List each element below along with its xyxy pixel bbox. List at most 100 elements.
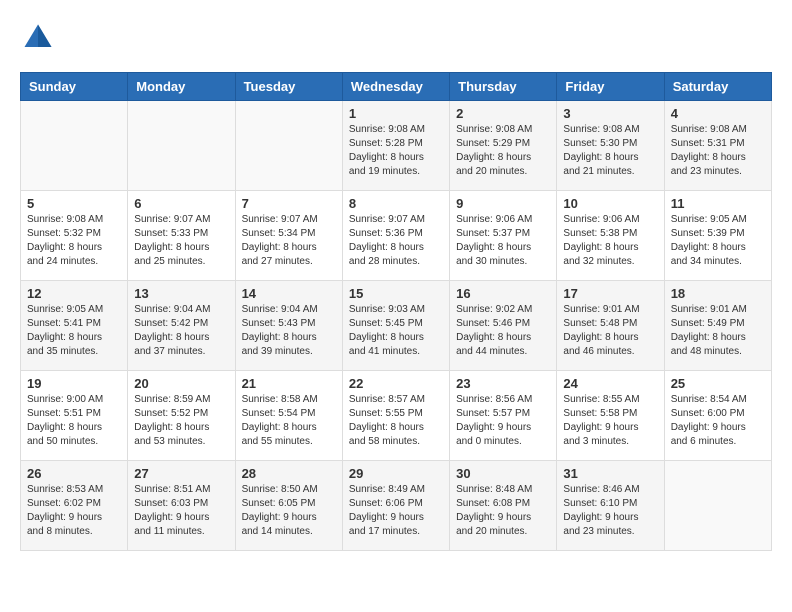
calendar-cell: 27Sunrise: 8:51 AM Sunset: 6:03 PM Dayli… xyxy=(128,461,235,551)
calendar-header-row: SundayMondayTuesdayWednesdayThursdayFrid… xyxy=(21,73,772,101)
day-number: 3 xyxy=(563,106,657,121)
day-number: 17 xyxy=(563,286,657,301)
day-number: 16 xyxy=(456,286,550,301)
day-info: Sunrise: 8:53 AM Sunset: 6:02 PM Dayligh… xyxy=(27,483,121,539)
calendar-cell: 26 Sunrise: 8:53 AM Sunset: 6:02 PM Dayli… xyxy=(21,461,128,551)
day-number: 21 xyxy=(242,376,336,391)
day-of-week-header: Sunday xyxy=(21,73,128,101)
page-header xyxy=(20,20,772,56)
day-info: Sunrise: 8:48 AM Sunset: 6:08 PM Dayligh… xyxy=(456,483,550,539)
calendar-cell: 29 Sunrise: 8:49 AM Sunset: 6:06 PM Dayli… xyxy=(342,461,449,551)
calendar-cell: 30 Sunrise: 8:48 AM Sunset: 6:08 PM Dayli… xyxy=(450,461,557,551)
day-number: 22 xyxy=(349,376,443,391)
day-number: 23 xyxy=(456,376,550,391)
day-number: 15 xyxy=(349,286,443,301)
calendar-cell: 17 Sunrise: 9:01 AM Sunset: 5:48 PM Dayli… xyxy=(557,281,664,371)
calendar-cell: 14 Sunrise: 9:04 AM Sunset: 5:43 PM Dayli… xyxy=(235,281,342,371)
day-number: 9 xyxy=(456,196,550,211)
day-number: 25 xyxy=(671,376,765,391)
calendar-week-row: 1Sunrise: 9:08 AM Sunset: 5:28 PM Daylig… xyxy=(21,101,772,191)
calendar-week-row: 26 Sunrise: 8:53 AM Sunset: 6:02 PM Dayli… xyxy=(21,461,772,551)
day-info: Sunrise: 8:49 AM Sunset: 6:06 PM Dayligh… xyxy=(349,483,443,539)
calendar-cell xyxy=(21,101,128,191)
day-number: 8 xyxy=(349,196,443,211)
day-info: Sunrise: 9:08 AM Sunset: 5:32 PM Dayligh… xyxy=(27,213,121,269)
day-number: 29 xyxy=(349,466,443,481)
day-number: 28 xyxy=(242,466,336,481)
calendar-cell: 15Sunrise: 9:03 AM Sunset: 5:45 PM Dayli… xyxy=(342,281,449,371)
calendar-cell: 13 Sunrise: 9:04 AM Sunset: 5:42 PM Dayli… xyxy=(128,281,235,371)
day-info: Sunrise: 9:00 AM Sunset: 5:51 PM Dayligh… xyxy=(27,393,121,449)
day-info: Sunrise: 9:06 AM Sunset: 5:38 PM Dayligh… xyxy=(563,213,657,269)
day-number: 31 xyxy=(563,466,657,481)
logo-icon xyxy=(20,20,56,56)
calendar-cell: 11 Sunrise: 9:05 AM Sunset: 5:39 PM Dayli… xyxy=(664,191,771,281)
calendar-cell: 16 Sunrise: 9:02 AM Sunset: 5:46 PM Dayli… xyxy=(450,281,557,371)
day-info: Sunrise: 9:08 AM Sunset: 5:28 PM Dayligh… xyxy=(349,123,443,179)
day-info: Sunrise: 8:46 AM Sunset: 6:10 PM Dayligh… xyxy=(563,483,657,539)
calendar-cell: 21 Sunrise: 8:58 AM Sunset: 5:54 PM Dayli… xyxy=(235,371,342,461)
day-info: Sunrise: 9:07 AM Sunset: 5:33 PM Dayligh… xyxy=(134,213,228,269)
day-number: 12 xyxy=(27,286,121,301)
day-info: Sunrise: 9:01 AM Sunset: 5:48 PM Dayligh… xyxy=(563,303,657,359)
day-info: Sunrise: 8:58 AM Sunset: 5:54 PM Dayligh… xyxy=(242,393,336,449)
day-info: Sunrise: 8:50 AM Sunset: 6:05 PM Dayligh… xyxy=(242,483,336,539)
calendar-cell: 19 Sunrise: 9:00 AM Sunset: 5:51 PM Dayli… xyxy=(21,371,128,461)
calendar-cell: 8 Sunrise: 9:07 AM Sunset: 5:36 PM Daylig… xyxy=(342,191,449,281)
calendar-cell: 28 Sunrise: 8:50 AM Sunset: 6:05 PM Dayli… xyxy=(235,461,342,551)
day-number: 4 xyxy=(671,106,765,121)
day-info: Sunrise: 9:07 AM Sunset: 5:36 PM Dayligh… xyxy=(349,213,443,269)
calendar-cell: 4 Sunrise: 9:08 AM Sunset: 5:31 PM Daylig… xyxy=(664,101,771,191)
calendar-week-row: 12 Sunrise: 9:05 AM Sunset: 5:41 PM Dayli… xyxy=(21,281,772,371)
calendar-week-row: 19 Sunrise: 9:00 AM Sunset: 5:51 PM Dayli… xyxy=(21,371,772,461)
calendar-cell: 3Sunrise: 9:08 AM Sunset: 5:30 PM Daylig… xyxy=(557,101,664,191)
day-info: Sunrise: 9:08 AM Sunset: 5:31 PM Dayligh… xyxy=(671,123,765,179)
day-info: Sunrise: 8:56 AM Sunset: 5:57 PM Dayligh… xyxy=(456,393,550,449)
calendar-cell: 2Sunrise: 9:08 AM Sunset: 5:29 PM Daylig… xyxy=(450,101,557,191)
day-info: Sunrise: 9:02 AM Sunset: 5:46 PM Dayligh… xyxy=(456,303,550,359)
calendar-cell: 20 Sunrise: 8:59 AM Sunset: 5:52 PM Dayli… xyxy=(128,371,235,461)
calendar-cell: 7Sunrise: 9:07 AM Sunset: 5:34 PM Daylig… xyxy=(235,191,342,281)
day-number: 30 xyxy=(456,466,550,481)
day-of-week-header: Tuesday xyxy=(235,73,342,101)
day-number: 20 xyxy=(134,376,228,391)
calendar-cell xyxy=(128,101,235,191)
calendar-cell xyxy=(235,101,342,191)
day-of-week-header: Thursday xyxy=(450,73,557,101)
calendar-cell: 18 Sunrise: 9:01 AM Sunset: 5:49 PM Dayli… xyxy=(664,281,771,371)
day-number: 26 xyxy=(27,466,121,481)
day-info: Sunrise: 8:57 AM Sunset: 5:55 PM Dayligh… xyxy=(349,393,443,449)
calendar-cell: 25Sunrise: 8:54 AM Sunset: 6:00 PM Dayli… xyxy=(664,371,771,461)
calendar-table: SundayMondayTuesdayWednesdayThursdayFrid… xyxy=(20,72,772,551)
day-of-week-header: Friday xyxy=(557,73,664,101)
day-number: 7 xyxy=(242,196,336,211)
day-number: 10 xyxy=(563,196,657,211)
day-number: 13 xyxy=(134,286,228,301)
calendar-cell: 12 Sunrise: 9:05 AM Sunset: 5:41 PM Dayli… xyxy=(21,281,128,371)
day-of-week-header: Wednesday xyxy=(342,73,449,101)
day-info: Sunrise: 9:05 AM Sunset: 5:41 PM Dayligh… xyxy=(27,303,121,359)
day-number: 11 xyxy=(671,196,765,211)
day-number: 2 xyxy=(456,106,550,121)
day-number: 24 xyxy=(563,376,657,391)
day-info: Sunrise: 9:06 AM Sunset: 5:37 PM Dayligh… xyxy=(456,213,550,269)
calendar-cell: 5 Sunrise: 9:08 AM Sunset: 5:32 PM Daylig… xyxy=(21,191,128,281)
day-info: Sunrise: 9:04 AM Sunset: 5:43 PM Dayligh… xyxy=(242,303,336,359)
day-number: 19 xyxy=(27,376,121,391)
day-number: 14 xyxy=(242,286,336,301)
calendar-cell: 6Sunrise: 9:07 AM Sunset: 5:33 PM Daylig… xyxy=(128,191,235,281)
calendar-cell: 10 Sunrise: 9:06 AM Sunset: 5:38 PM Dayli… xyxy=(557,191,664,281)
day-of-week-header: Monday xyxy=(128,73,235,101)
calendar-week-row: 5 Sunrise: 9:08 AM Sunset: 5:32 PM Daylig… xyxy=(21,191,772,281)
day-number: 5 xyxy=(27,196,121,211)
day-info: Sunrise: 8:59 AM Sunset: 5:52 PM Dayligh… xyxy=(134,393,228,449)
calendar-cell: 23 Sunrise: 8:56 AM Sunset: 5:57 PM Dayli… xyxy=(450,371,557,461)
day-info: Sunrise: 9:05 AM Sunset: 5:39 PM Dayligh… xyxy=(671,213,765,269)
day-info: Sunrise: 8:55 AM Sunset: 5:58 PM Dayligh… xyxy=(563,393,657,449)
day-info: Sunrise: 9:01 AM Sunset: 5:49 PM Dayligh… xyxy=(671,303,765,359)
calendar-cell xyxy=(664,461,771,551)
day-info: Sunrise: 9:04 AM Sunset: 5:42 PM Dayligh… xyxy=(134,303,228,359)
calendar-cell: 22 Sunrise: 8:57 AM Sunset: 5:55 PM Dayli… xyxy=(342,371,449,461)
day-number: 27 xyxy=(134,466,228,481)
day-number: 18 xyxy=(671,286,765,301)
